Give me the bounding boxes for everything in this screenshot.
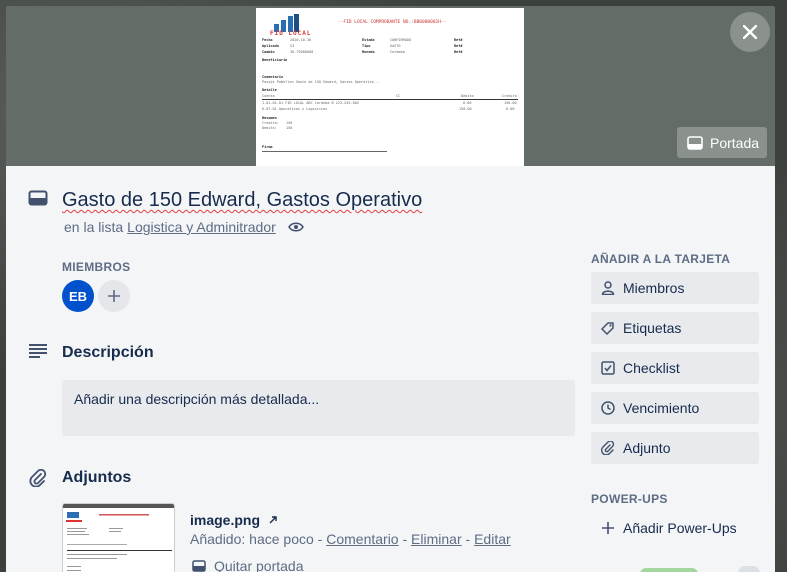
external-link-icon[interactable] [268, 515, 278, 525]
checkbox-icon [601, 361, 615, 375]
doc-comment: Pasaje Pabellon Gasto de 150 Edward, Gas… [262, 80, 381, 84]
checklist-button[interactable]: Checklist [591, 352, 759, 384]
doc-field-ref: Ref# [454, 44, 463, 48]
paperclip-icon [29, 469, 47, 487]
remove-cover-button[interactable]: Quitar portada [192, 558, 304, 572]
doc-detail-header-2: Debito [461, 94, 474, 98]
doc-row-0-account: 1-01-01-01 FID LOCAL ABC Cordoba B 223-2… [262, 101, 359, 105]
doc-detail-label: Detalle [262, 88, 277, 92]
remove-cover-label: Quitar portada [214, 558, 304, 572]
doc-row-0-debit: 0.00 [463, 101, 472, 105]
doc-field-value: GASTO [390, 44, 401, 48]
doc-field-value: Cordoba [390, 50, 405, 54]
labels-button-label: Etiquetas [623, 320, 682, 336]
attachment-added: Añadido: hace poco [190, 531, 314, 547]
doc-field-value: CONFIRMADO [390, 38, 412, 42]
attachment-name[interactable]: image.png [190, 512, 278, 528]
due-date-button[interactable]: Vencimiento [591, 392, 759, 424]
attachments-title: Adjuntos [62, 469, 132, 486]
comment-link[interactable]: Comentario [326, 531, 398, 547]
attachment-thumbnail[interactable] [62, 503, 175, 572]
avatar[interactable]: EB [62, 280, 94, 312]
description-icon [29, 344, 47, 358]
list-prefix: en la lista [64, 219, 124, 235]
labels-button[interactable]: Etiquetas [591, 312, 759, 344]
paperclip-icon [601, 441, 615, 455]
card-title[interactable]: Gasto de 150 Edward, Gastos Operativo [62, 189, 422, 212]
doc-field-ref: Ref# [454, 38, 463, 42]
person-icon [601, 281, 615, 295]
doc-header: --FID LOCAL COMPROBANTE NO.:BB0000001H-- [338, 20, 447, 25]
doc-field-label: Beneficiario [262, 58, 288, 62]
attachment-file-name: image.png [190, 512, 261, 528]
clock-icon [601, 401, 615, 415]
cover-button[interactable]: Portada [677, 127, 767, 158]
due-date-button-label: Vencimiento [623, 400, 700, 416]
doc-sign-label: Firma [262, 145, 273, 149]
attachment-button-label: Adjunto [623, 440, 671, 456]
tag-icon [601, 322, 614, 335]
card-detail-modal: FID LOCAL --FID LOCAL COMPROBANTE NO.:BB… [6, 6, 775, 572]
doc-summary-0-label: Credito: [262, 121, 279, 125]
cover-image: FID LOCAL --FID LOCAL COMPROBANTE NO.:BB… [256, 8, 524, 166]
doc-sign-line [262, 151, 387, 152]
doc-summary-1-label: Debito: [262, 126, 277, 130]
doc-field-label: Cambio [262, 50, 275, 54]
doc-logo-text: FID LOCAL [270, 30, 312, 37]
add-member-button[interactable] [98, 280, 130, 312]
cover-button-label: Portada [710, 134, 760, 151]
plus-icon [108, 290, 120, 302]
edit-link[interactable]: Editar [474, 531, 511, 547]
add-powerups-button[interactable]: Añadir Power-Ups [591, 512, 759, 544]
card-icon [28, 190, 48, 206]
list-link[interactable]: Logistica y Adminitrador [127, 219, 276, 235]
attachment-button[interactable]: Adjunto [591, 432, 759, 464]
doc-field-label: Fecha [262, 38, 273, 42]
doc-field-value: 36.75000000 [290, 50, 314, 54]
plus-icon [602, 522, 614, 534]
doc-summary-0-value: 150 [286, 121, 293, 125]
attachment-preview-image [66, 512, 172, 571]
doc-field-label: Aplicado [262, 44, 279, 48]
checklist-button-label: Checklist [623, 360, 680, 376]
doc-row-0-credit: 150.00 [504, 101, 517, 105]
members-button-label: Miembros [623, 280, 685, 296]
doc-field-value: 2020-10-30 [290, 38, 312, 42]
doc-row-1-credit: 0.00 [506, 107, 515, 111]
cover-icon [192, 560, 206, 572]
doc-rule [262, 99, 518, 100]
doc-comment-label: Comentario [262, 75, 284, 79]
powerup-badge[interactable] [640, 568, 698, 572]
list-info: en la lista Logistica y Adminitrador [64, 219, 304, 235]
add-powerups-label: Añadir Power-Ups [623, 520, 737, 536]
doc-detail-header-1: CC [396, 94, 401, 98]
doc-row-1-debit: 150.00 [459, 107, 472, 111]
doc-summary-1-value: 150 [286, 126, 293, 130]
powerups-label: POWER-UPS [591, 492, 668, 506]
delete-link[interactable]: Eliminar [411, 531, 462, 547]
close-icon [743, 25, 757, 39]
members-label: MIEMBROS [62, 260, 131, 274]
description-input[interactable]: Añadir una descripción más detallada... [62, 380, 575, 436]
description-title: Descripción [62, 344, 154, 361]
cover-card-icon [687, 135, 703, 150]
watch-eye-icon[interactable] [287, 221, 304, 233]
powerup-settings[interactable] [738, 566, 760, 572]
doc-field-ref: Ref# [454, 50, 463, 54]
doc-detail-header-3: Credito [502, 94, 517, 98]
doc-field-label: Moneda [362, 50, 375, 54]
doc-field-value: SI [290, 44, 295, 48]
card-cover: FID LOCAL --FID LOCAL COMPROBANTE NO.:BB… [6, 6, 775, 166]
add-to-card-label: AÑADIR A LA TARJETA [591, 252, 731, 266]
doc-field-label: Estado [362, 38, 375, 42]
members-button[interactable]: Miembros [591, 272, 759, 304]
attachment-meta: Añadido: hace poco - Comentario - Elimin… [190, 531, 511, 547]
doc-detail-header-0: Cuenta [262, 94, 275, 98]
doc-field-label: Tipo [362, 44, 371, 48]
doc-row-1-account: 6-07-01 Operativos y Logisticos [262, 107, 328, 111]
doc-summary-label: Resumen [262, 116, 277, 120]
close-button[interactable] [730, 12, 770, 52]
